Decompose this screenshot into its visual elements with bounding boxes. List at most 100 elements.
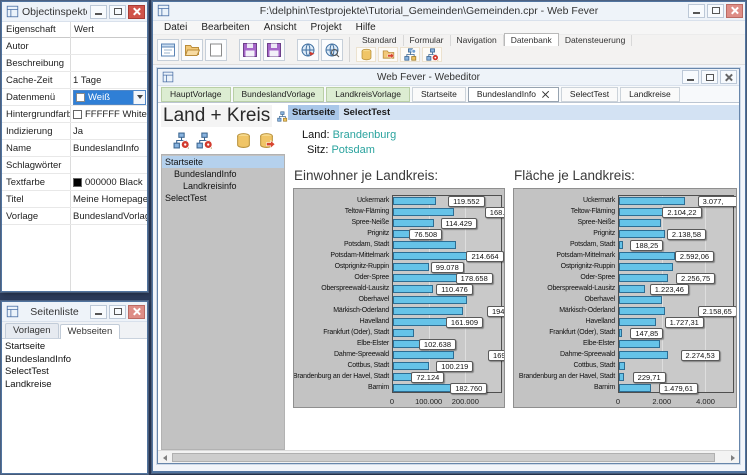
close-tab-icon[interactable] [541, 90, 550, 99]
dropdown-arrow-icon[interactable] [133, 91, 145, 104]
inspector-titlebar[interactable]: Objectinspektor [2, 2, 147, 22]
property-value[interactable]: BundeslandInfo [70, 143, 147, 154]
save-all-button[interactable] [263, 39, 285, 61]
close-button[interactable] [128, 5, 145, 19]
close-button[interactable] [720, 70, 737, 84]
page-link-startseite[interactable]: Startseite [288, 105, 339, 120]
sitemap-badge-button[interactable] [194, 131, 214, 149]
main-titlebar[interactable]: F:\delphin\Testprojekte\Tutorial_Gemeind… [153, 2, 745, 21]
datenmenu-dropdown[interactable]: Weiß [73, 90, 146, 105]
value-label: 3.077, [698, 196, 737, 207]
page-list-item[interactable]: Startseite [5, 341, 147, 354]
menu-bearbeiten[interactable]: Bearbeiten [194, 22, 256, 33]
value-label: 188,25 [630, 240, 663, 251]
value-label: 1.727,31 [665, 317, 704, 328]
scroll-thumb[interactable] [172, 453, 715, 462]
new-window-icon [160, 42, 176, 58]
category-label: Ostprignitz-Ruppin [514, 261, 618, 272]
preview-globe-button[interactable] [321, 39, 343, 61]
close-button[interactable] [726, 4, 743, 18]
webeditor-titlebar[interactable]: Web Fever - Webeditor [158, 69, 739, 86]
ribbon-tab-formular[interactable]: Formular [404, 35, 451, 46]
sitemap-link-button[interactable] [400, 47, 420, 62]
webeditor-window: Web Fever - Webeditor HauptVorlageBundes… [157, 68, 740, 464]
menu-datei[interactable]: Datei [157, 22, 194, 33]
tab-landkreise[interactable]: Landkreise [620, 87, 680, 102]
horizontal-scrollbar[interactable] [158, 450, 739, 463]
chart-bar [393, 351, 454, 359]
value-label: 2.158,65 [698, 306, 737, 317]
value-label: 102.638 [419, 339, 456, 350]
maximize-button[interactable] [701, 70, 718, 84]
axis-tick: 0 [390, 397, 394, 406]
property-value[interactable]: Weiß [70, 90, 147, 105]
nav-item-landkreisinfo[interactable]: Landkreisinfo [162, 180, 284, 192]
publish-globe-button[interactable] [297, 39, 319, 61]
color-swatch [73, 178, 82, 187]
minimize-button[interactable] [688, 4, 705, 18]
property-value[interactable]: 1 Tage [70, 75, 147, 86]
sitemap-badge-button[interactable] [171, 131, 191, 149]
tab-startseite[interactable]: Startseite [412, 87, 466, 102]
tab-hauptvorlage[interactable]: HauptVorlage [161, 87, 231, 102]
sitemap-badge-button[interactable] [422, 47, 442, 62]
x-axis: 02.0004.000 [618, 396, 734, 407]
tab-webseiten[interactable]: Webseiten [60, 324, 121, 339]
dropdown-value: Weiß [88, 92, 110, 103]
tab-landkreisvorlage[interactable]: LandkreisVorlage [326, 87, 410, 102]
chart-bar [393, 285, 433, 293]
new-page-button[interactable] [205, 39, 227, 61]
property-value[interactable]: 000000 Black [70, 177, 147, 188]
minimize-button[interactable] [90, 5, 107, 19]
page-list-item[interactable]: BundeslandInfo [5, 354, 147, 367]
property-value[interactable]: FFFFFF White [70, 109, 147, 120]
menu-projekt[interactable]: Projekt [304, 22, 349, 33]
db-cylinder-button[interactable] [233, 131, 253, 149]
chart-bar [619, 373, 624, 381]
main-window-title: F:\delphin\Testprojekte\Tutorial_Gemeind… [173, 5, 685, 17]
import-folder-button[interactable] [378, 47, 398, 62]
property-value[interactable]: BundeslandVorlage [70, 211, 147, 222]
db-cylinder-icon [360, 48, 373, 61]
category-label: Brandenburg an der Havel, Stadt [514, 371, 618, 382]
ribbon-icons [356, 46, 632, 64]
sitemap-link-icon [404, 48, 417, 61]
scroll-left-button[interactable] [158, 452, 171, 463]
menu-hilfe[interactable]: Hilfe [349, 22, 383, 33]
minimize-button[interactable] [682, 70, 699, 84]
db-cylinder-button[interactable] [356, 47, 376, 62]
ribbon-tab-datenbank[interactable]: Datenbank [504, 33, 559, 46]
page-link-selecttest[interactable]: SelectTest [339, 107, 394, 118]
pagelist-titlebar[interactable]: Seitenliste [2, 302, 147, 322]
tab-selecttest[interactable]: SelectTest [561, 87, 618, 102]
tab-bundeslandvorlage[interactable]: BundeslandVorlage [233, 87, 325, 102]
nav-item-selecttest[interactable]: SelectTest [162, 192, 284, 204]
tab-bundeslandinfo[interactable]: BundeslandInfo [468, 87, 559, 102]
open-folder-button[interactable] [181, 39, 203, 61]
tab-vorlagen[interactable]: Vorlagen [5, 323, 59, 338]
category-label: Oder-Spree [294, 272, 392, 283]
category-label: Oberspreewald-Lausitz [294, 283, 392, 294]
maximize-button[interactable] [109, 5, 126, 19]
value-label: 1.479,61 [659, 383, 698, 394]
maximize-button[interactable] [707, 4, 724, 18]
property-value[interactable]: Ja [70, 126, 147, 137]
scroll-right-button[interactable] [726, 452, 739, 463]
nav-item-bundeslandinfo[interactable]: BundeslandInfo [162, 168, 284, 180]
property-value-text: 000000 Black [85, 177, 143, 188]
ribbon-tab-datensteuerung[interactable]: Datensteuerung [559, 35, 633, 46]
db-export-button[interactable] [256, 131, 276, 149]
close-button[interactable] [128, 305, 145, 319]
ribbon-tab-navigation[interactable]: Navigation [451, 35, 504, 46]
minimize-button[interactable] [90, 305, 107, 319]
inspector-title: Objectinspektor [22, 6, 87, 18]
page-list-item[interactable]: SelectTest [5, 366, 147, 379]
new-window-button[interactable] [157, 39, 179, 61]
ribbon-tab-standard[interactable]: Standard [356, 35, 404, 46]
save-button[interactable] [239, 39, 261, 61]
page-list-item[interactable]: Landkreise [5, 379, 147, 392]
menu-ansicht[interactable]: Ansicht [257, 22, 304, 33]
nav-item-startseite[interactable]: Startseite [162, 156, 284, 168]
maximize-button[interactable] [109, 305, 126, 319]
property-value[interactable]: Meine Homepage [70, 194, 147, 205]
